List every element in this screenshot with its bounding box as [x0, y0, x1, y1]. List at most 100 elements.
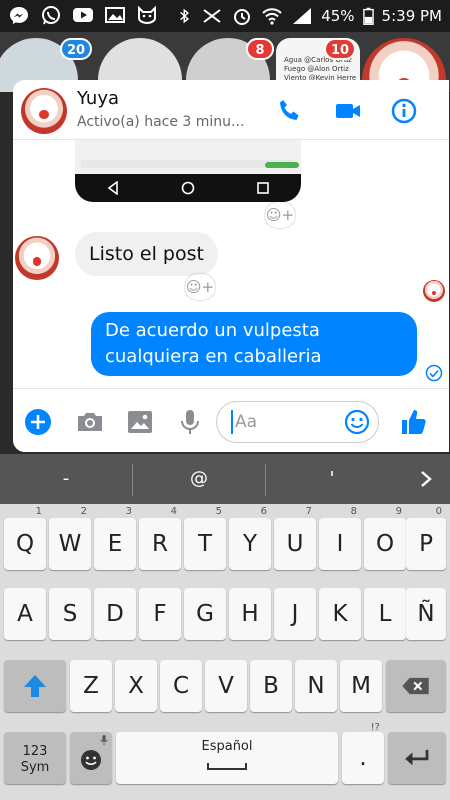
video-call-icon[interactable] [333, 96, 363, 126]
space-bar-label: Español [201, 739, 253, 754]
key-hint: !? [370, 722, 380, 733]
sender-avatar[interactable] [15, 236, 59, 280]
gallery-icon[interactable] [125, 407, 155, 437]
key-label: Y [242, 531, 258, 557]
key-q[interactable]: 1Q [4, 506, 46, 570]
android-nav-bar [75, 174, 301, 202]
key-u[interactable]: 7U [274, 506, 316, 570]
key-v[interactable]: V [205, 660, 247, 712]
snippet-line: Fuego @Alon Ortiz [284, 65, 349, 73]
key-hint: 8 [350, 506, 357, 517]
key-x[interactable]: X [115, 660, 157, 712]
key-b[interactable]: B [250, 660, 292, 712]
key-hint: 7 [305, 506, 312, 517]
key-label: P [419, 531, 433, 557]
key-s[interactable]: S [49, 588, 91, 640]
key-j[interactable]: J [274, 588, 316, 640]
chat-head-badge: 10 [324, 38, 357, 60]
key-i[interactable]: 8I [319, 506, 361, 570]
key-hint: 3 [125, 506, 132, 517]
space-bar[interactable]: Español [116, 732, 338, 784]
period-key[interactable]: !? . [342, 722, 384, 784]
key-r[interactable]: 4R [139, 506, 181, 570]
key-hint: 4 [170, 506, 177, 517]
suggestion-item[interactable]: ' [266, 454, 398, 504]
nfc-icon [203, 9, 221, 23]
key-hint: 5 [215, 506, 222, 517]
key-n[interactable]: N [295, 660, 337, 712]
shared-screenshot[interactable] [75, 140, 301, 202]
key-g[interactable]: G [184, 588, 226, 640]
symbols-key-label: 123 Sym [20, 744, 50, 775]
add-reaction-icon[interactable]: ☺+ [265, 202, 295, 228]
chat-window: Yuya Activo(a) hace 3 minu... ☺+ Listo e… [13, 80, 449, 452]
symbols-key[interactable]: 123 Sym [4, 732, 66, 784]
chevron-right-icon[interactable] [416, 469, 436, 489]
key-p[interactable]: 0P [406, 506, 446, 570]
contact-status: Activo(a) hace 3 minu... [77, 114, 245, 130]
suggestion-item[interactable]: @ [133, 454, 265, 504]
contact-avatar[interactable] [21, 88, 67, 134]
shift-key[interactable] [4, 660, 66, 712]
shift-arrow-icon [24, 675, 46, 697]
battery-percent: 45% [321, 7, 355, 25]
key-f[interactable]: F [139, 588, 181, 640]
bluetooth-icon [180, 8, 190, 24]
space-glyph-icon [207, 763, 247, 770]
plus-icon[interactable] [23, 407, 53, 437]
key-label: W [58, 531, 82, 557]
info-icon[interactable] [389, 96, 419, 126]
emoji-icon[interactable] [344, 409, 370, 435]
enter-arrow-icon [405, 749, 429, 766]
emoji-key[interactable] [70, 732, 112, 784]
key-o[interactable]: 9O [364, 506, 406, 570]
image-notification-icon [105, 7, 125, 23]
on-screen-keyboard: - @ ' 1Q 2W 3E 4R 5T 6Y 7U 8I 9O 0P A S … [0, 454, 450, 800]
thumbs-up-icon[interactable] [399, 407, 429, 437]
add-reaction-icon[interactable]: ☺+ [185, 274, 215, 300]
key-m[interactable]: M [340, 660, 382, 712]
back-icon [107, 181, 118, 195]
key-y[interactable]: 6Y [229, 506, 271, 570]
incoming-message[interactable]: Listo el post [75, 232, 218, 276]
backspace-key[interactable] [386, 660, 446, 712]
message-list[interactable]: ☺+ Listo el post ☺+ De acuerdo un vulpes… [13, 140, 449, 388]
chat-header: Yuya Activo(a) hace 3 minu... [13, 80, 449, 140]
key-l[interactable]: L [364, 588, 406, 640]
key-n-tilde[interactable]: Ñ [406, 588, 446, 640]
key-w[interactable]: 2W [49, 506, 91, 570]
microphone-icon[interactable] [175, 407, 205, 437]
messenger-notification-icon [10, 7, 28, 24]
contact-name[interactable]: Yuya [77, 88, 119, 109]
youtube-notification-icon [73, 8, 93, 22]
outgoing-message[interactable]: De acuerdo un vulpesta cualquiera en cab… [91, 312, 417, 376]
recents-icon [257, 182, 270, 194]
key-z[interactable]: Z [70, 660, 112, 712]
wifi-icon [262, 8, 282, 25]
key-hint: 9 [395, 506, 402, 517]
suggestion-item[interactable]: - [0, 454, 132, 504]
key-t[interactable]: 5T [184, 506, 226, 570]
delivered-check-icon [425, 364, 443, 382]
key-label: I [336, 531, 344, 557]
key-d[interactable]: D [94, 588, 136, 640]
phone-call-icon[interactable] [275, 96, 305, 126]
key-hint: 0 [435, 506, 442, 517]
mic-hint-icon [100, 735, 108, 746]
key-k[interactable]: K [319, 588, 361, 640]
camera-icon[interactable] [75, 407, 105, 437]
key-h[interactable]: H [229, 588, 271, 640]
key-a[interactable]: A [4, 588, 46, 640]
key-label: Q [15, 531, 35, 557]
read-receipt-avatar [423, 280, 445, 302]
battery-icon [362, 7, 374, 25]
message-input[interactable]: Aa [216, 401, 379, 443]
alarm-icon [234, 9, 251, 25]
signal-icon [293, 8, 312, 24]
whatsapp-notification-icon [42, 6, 60, 25]
key-e[interactable]: 3E [94, 506, 136, 570]
emoji-keyboard-icon [81, 750, 101, 770]
backspace-icon [402, 677, 429, 695]
key-c[interactable]: C [160, 660, 202, 712]
enter-key[interactable] [388, 732, 446, 784]
